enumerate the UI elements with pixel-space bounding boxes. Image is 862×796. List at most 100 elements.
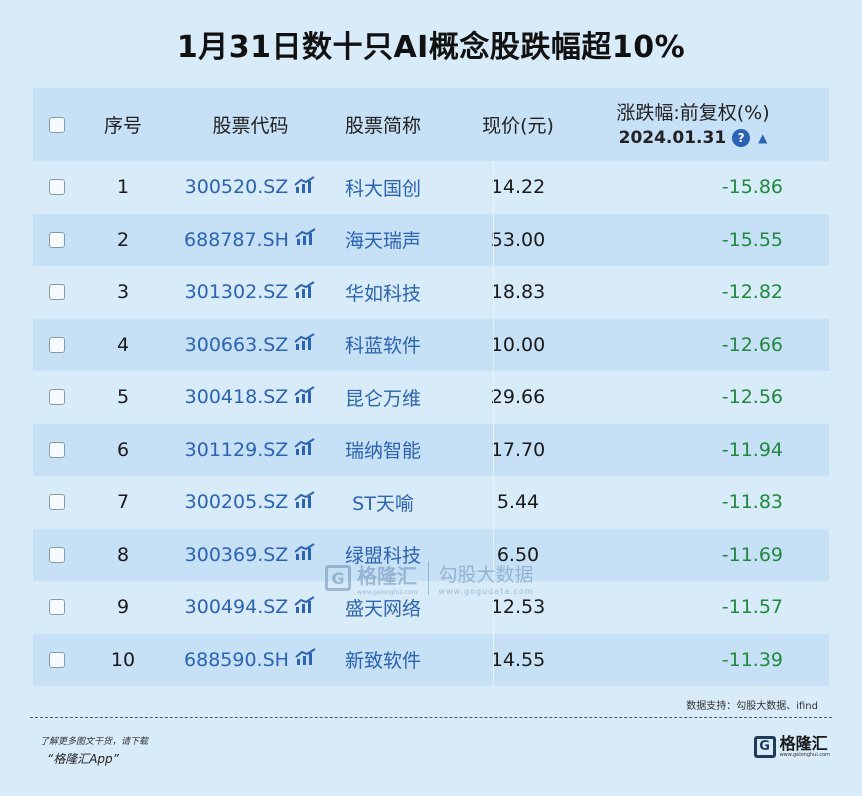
row-checkbox-cell[interactable]	[49, 424, 69, 477]
header-date-row: 2024.01.31? ▲	[593, 128, 793, 148]
table-row[interactable]: 3 301302.SZ 华如科技 18.83 -12.82	[33, 266, 829, 319]
row-checkbox[interactable]	[49, 179, 65, 196]
stock-table: 序号 股票代码 股票简称 现价(元) 涨跌幅:前复权(%) 2024.01.31…	[33, 88, 829, 686]
row-name[interactable]: 科大国创	[323, 161, 443, 214]
row-name[interactable]: 华如科技	[323, 266, 443, 319]
row-name[interactable]: 海天瑞声	[323, 214, 443, 267]
table-row[interactable]: 8 300369.SZ 绿盟科技 6.50 -11.69	[33, 528, 829, 582]
row-name[interactable]: 新致软件	[323, 634, 443, 687]
table-row[interactable]: 6 301129.SZ 瑞纳智能 17.70 -11.94	[33, 423, 829, 477]
trend-chart-icon[interactable]	[294, 438, 316, 461]
footer-logo-url: www.gelonghui.com	[779, 752, 830, 758]
table-row[interactable]: 2 688787.SH 海天瑞声 53.00 -15.55	[33, 213, 829, 267]
row-code-cell[interactable]: 300205.SZ	[163, 476, 338, 529]
row-checkbox[interactable]	[49, 389, 65, 406]
row-idx: 1	[116, 176, 130, 199]
row-idx: 5	[116, 386, 130, 409]
row-change: -12.66	[721, 333, 783, 356]
row-change: -11.83	[721, 491, 783, 514]
row-name[interactable]: ST天喻	[323, 476, 443, 529]
row-code-cell[interactable]: 688787.SH	[163, 214, 338, 267]
row-price: 29.66	[490, 386, 546, 409]
row-code[interactable]: 300663.SZ	[185, 334, 289, 356]
row-checkbox[interactable]	[49, 231, 65, 248]
row-checkbox-cell[interactable]	[49, 371, 69, 424]
row-change: -11.94	[721, 438, 783, 461]
table-row[interactable]: 5 300418.SZ 昆仑万维 29.66 -12.56	[33, 371, 829, 424]
row-idx: 6	[116, 438, 130, 461]
row-name[interactable]: 昆仑万维	[323, 371, 443, 424]
row-price: 5.44	[496, 491, 540, 514]
table-row[interactable]: 7 300205.SZ ST天喻 5.44 -11.83	[33, 476, 829, 529]
row-checkbox-cell[interactable]	[49, 161, 69, 214]
footer-divider	[30, 717, 832, 718]
row-price: 53.00	[490, 228, 546, 251]
column-divider	[493, 476, 494, 529]
row-checkbox-cell[interactable]	[49, 581, 69, 634]
help-icon[interactable]: ?	[732, 129, 751, 147]
trend-chart-icon[interactable]	[294, 280, 316, 304]
row-code[interactable]: 300205.SZ	[185, 491, 289, 513]
trend-chart-icon[interactable]	[294, 543, 316, 566]
row-checkbox[interactable]	[49, 599, 65, 616]
row-name[interactable]: 科蓝软件	[323, 319, 443, 372]
table-row[interactable]: 9 300494.SZ 盛天网络 12.53 -11.57	[33, 581, 829, 634]
select-all-checkbox[interactable]	[49, 116, 65, 133]
table-row[interactable]: 10 688590.SH 新致软件 14.55 -11.39	[33, 633, 829, 687]
row-code[interactable]: 301129.SZ	[185, 439, 289, 461]
row-name[interactable]: 绿盟科技	[323, 529, 443, 582]
row-checkbox[interactable]	[49, 284, 65, 301]
row-checkbox-cell[interactable]	[49, 266, 69, 319]
header-change[interactable]: 涨跌幅:前复权(%)	[593, 98, 793, 125]
trend-chart-icon[interactable]	[295, 228, 317, 251]
row-checkbox[interactable]	[49, 651, 65, 668]
row-code-cell[interactable]: 300418.SZ	[163, 371, 338, 424]
trend-chart-icon[interactable]	[295, 648, 317, 671]
row-checkbox[interactable]	[49, 441, 65, 458]
column-divider	[493, 213, 494, 266]
row-checkbox-cell[interactable]	[49, 476, 69, 529]
row-code-cell[interactable]: 301302.SZ	[163, 266, 338, 319]
row-checkbox-cell[interactable]	[49, 214, 69, 267]
row-code-cell[interactable]: 300520.SZ	[163, 161, 338, 214]
sort-ascending-icon[interactable]: ▲	[758, 131, 767, 145]
row-name[interactable]: 瑞纳智能	[323, 424, 443, 477]
row-checkbox-cell[interactable]	[49, 634, 69, 687]
row-code[interactable]: 688590.SH	[184, 649, 289, 671]
row-code[interactable]: 688787.SH	[184, 229, 289, 251]
row-name[interactable]: 盛天网络	[323, 581, 443, 634]
row-code[interactable]: 300494.SZ	[185, 596, 289, 618]
row-idx: 2	[116, 228, 130, 251]
row-code[interactable]: 300418.SZ	[185, 386, 289, 408]
page-title: 1月31日数十只AI概念股跌幅超10%	[176, 30, 686, 65]
row-checkbox[interactable]	[49, 494, 65, 511]
trend-chart-icon[interactable]	[294, 595, 316, 619]
trend-chart-icon[interactable]	[294, 385, 316, 409]
row-code-cell[interactable]: 300369.SZ	[163, 529, 338, 582]
column-divider	[493, 318, 494, 371]
row-change: -11.69	[721, 543, 783, 566]
header-date: 2024.01.31	[618, 128, 727, 148]
row-checkbox-cell[interactable]	[49, 529, 69, 582]
row-code-cell[interactable]: 300494.SZ	[163, 581, 338, 634]
row-code-cell[interactable]: 301129.SZ	[163, 424, 338, 477]
trend-chart-icon[interactable]	[294, 490, 316, 514]
trend-chart-icon[interactable]	[294, 175, 316, 199]
row-checkbox[interactable]	[49, 546, 65, 563]
row-change: -15.86	[721, 176, 783, 199]
row-price: 6.50	[496, 543, 540, 566]
select-all-checkbox-cell[interactable]	[49, 88, 69, 161]
row-code-cell[interactable]: 300663.SZ	[163, 319, 338, 372]
table-row[interactable]: 4 300663.SZ 科蓝软件 10.00 -12.66	[33, 318, 829, 372]
header-idx: 序号	[103, 115, 142, 137]
table-header: 序号 股票代码 股票简称 现价(元) 涨跌幅:前复权(%) 2024.01.31…	[33, 88, 829, 161]
row-checkbox-cell[interactable]	[49, 319, 69, 372]
row-code[interactable]: 300369.SZ	[185, 544, 289, 566]
row-code[interactable]: 301302.SZ	[185, 281, 289, 303]
row-checkbox[interactable]	[49, 336, 65, 353]
row-code-cell[interactable]: 688590.SH	[163, 634, 338, 687]
row-code[interactable]: 300520.SZ	[185, 176, 289, 198]
table-row[interactable]: 1 300520.SZ 科大国创 14.22 -15.86	[33, 161, 829, 214]
row-idx: 9	[116, 596, 130, 619]
trend-chart-icon[interactable]	[294, 333, 316, 356]
